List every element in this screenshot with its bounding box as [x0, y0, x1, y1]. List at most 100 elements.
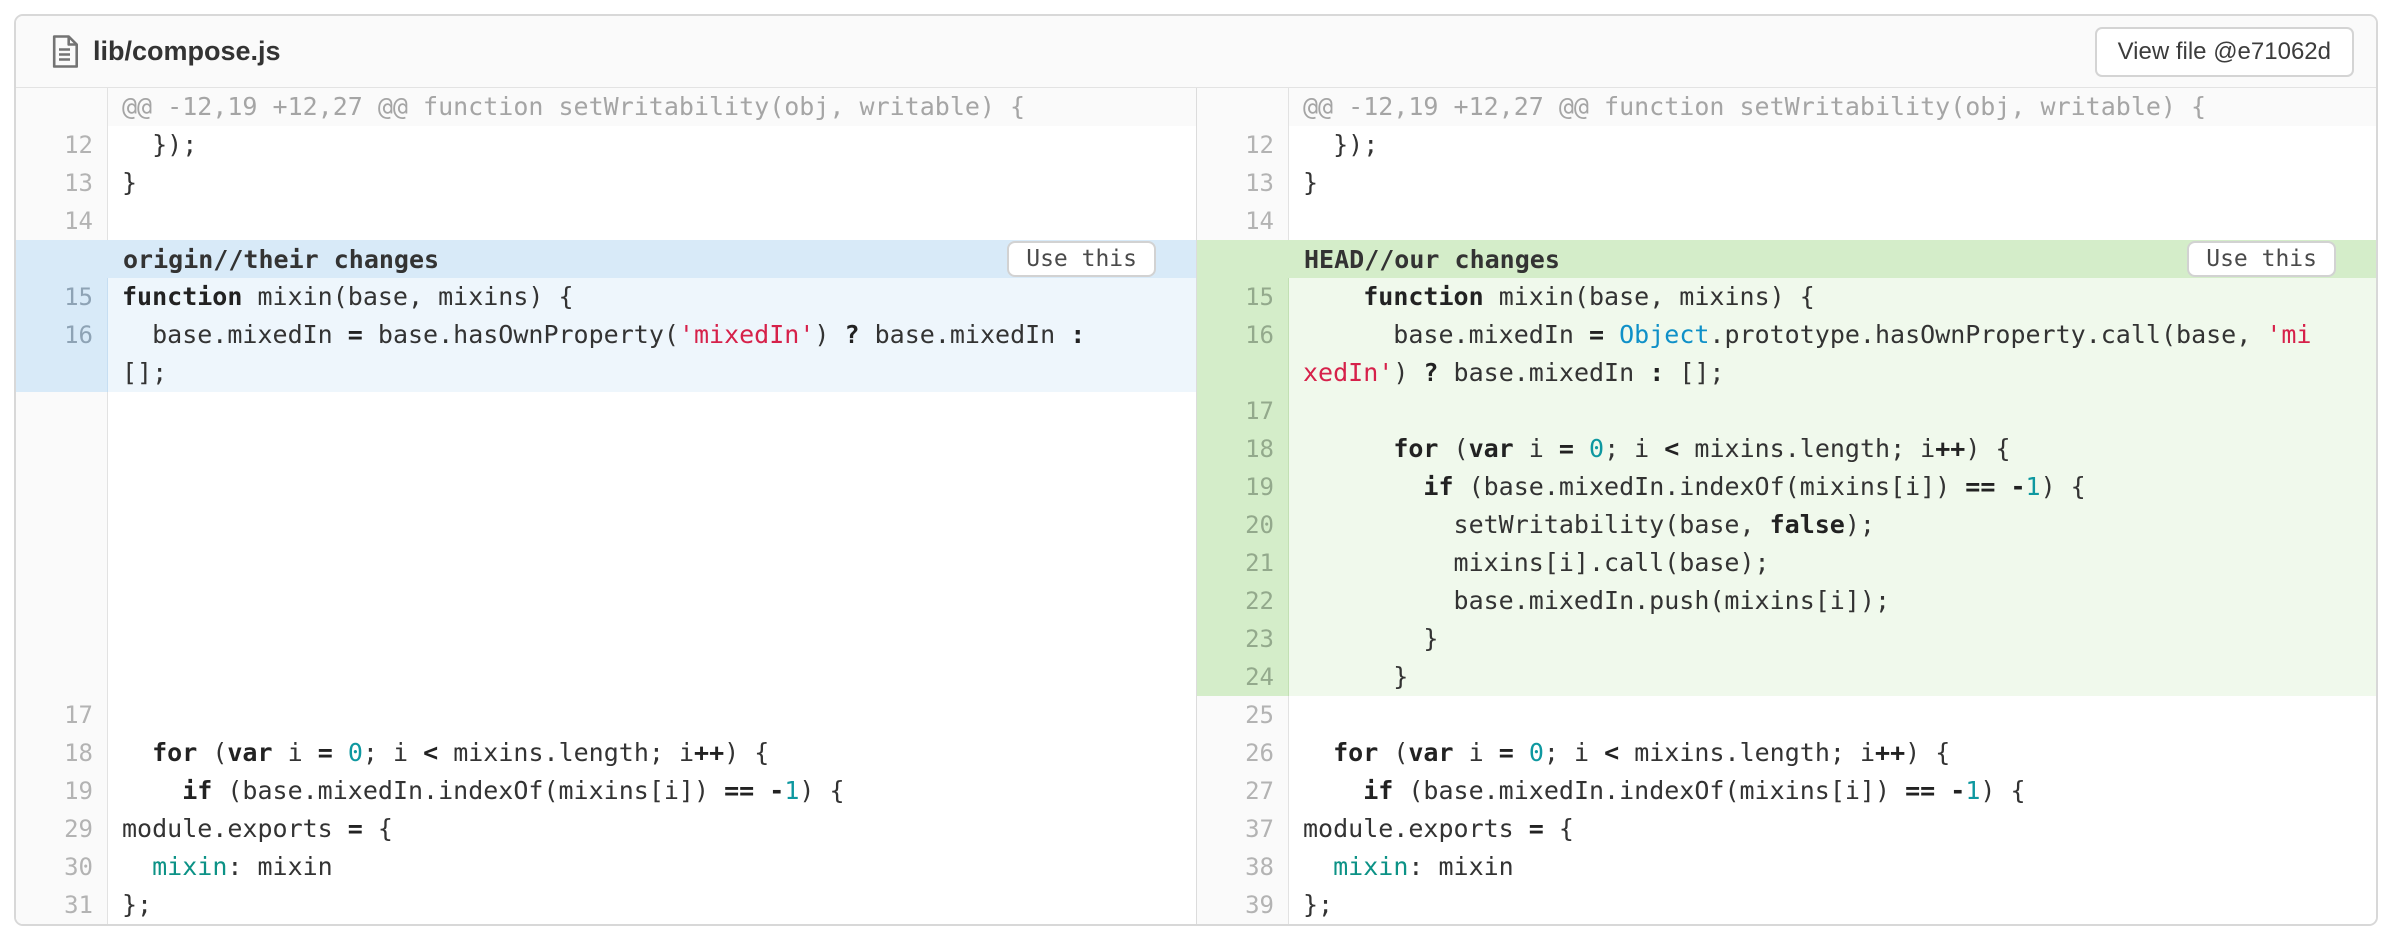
hunk-header-text: @@ -12,19 +12,27 @@ function setWritabil… — [108, 88, 1196, 126]
code-token: mixin(base, mixins) { — [1484, 282, 1815, 311]
file-diff-card: lib/compose.js View file @e71062d @@ -12… — [14, 14, 2378, 926]
line-number: 31 — [16, 886, 108, 924]
code-token: if — [182, 776, 212, 805]
code-text: base.mixedIn.push(mixins[i]); — [1289, 582, 2376, 620]
code-text: } — [108, 164, 1196, 202]
code-token — [1303, 472, 1423, 501]
code-token: mixin — [152, 852, 227, 881]
code-token: ) { — [799, 776, 844, 805]
code-token: ++ — [694, 738, 724, 767]
code-line: 30 mixin: mixin — [16, 848, 1196, 886]
line-number: 19 — [16, 772, 108, 810]
code-text: function mixin(base, mixins) { — [108, 278, 1196, 316]
code-token: setWritability(base, — [1303, 510, 1770, 539]
line-number: 15 — [1197, 278, 1289, 316]
code-token: (base.mixedIn.indexOf(mixins[i]) — [1393, 776, 1905, 805]
code-text: if (base.mixedIn.indexOf(mixins[i]) == -… — [1289, 468, 2376, 506]
code-line: 19 if (base.mixedIn.indexOf(mixins[i]) =… — [1197, 468, 2376, 506]
code-token — [1303, 282, 1363, 311]
line-number: 17 — [16, 696, 108, 734]
code-text: for (var i = 0; i < mixins.length; i++) … — [108, 734, 1196, 772]
code-token: }); — [122, 130, 197, 159]
code-token: = — [348, 320, 363, 349]
code-token — [1085, 320, 1100, 349]
line-number: 29 — [16, 810, 108, 848]
code-text: function mixin(base, mixins) { — [1289, 278, 2376, 316]
code-token: var — [1408, 738, 1453, 767]
code-token: function — [1363, 282, 1483, 311]
code-token — [1303, 852, 1333, 881]
code-token: (base.mixedIn.indexOf(mixins[i]) — [212, 776, 724, 805]
code-text: xedIn') ? base.mixedIn : []; — [1289, 354, 2376, 392]
code-line: 37module.exports = { — [1197, 810, 2376, 848]
code-token: ) { — [1980, 776, 2025, 805]
code-token: 1 — [784, 776, 799, 805]
code-text: for (var i = 0; i < mixins.length; i++) … — [1289, 430, 2376, 468]
code-token: mixin(base, mixins) { — [242, 282, 573, 311]
line-number: 20 — [1197, 506, 1289, 544]
code-token: ? — [845, 320, 860, 349]
code-line: 15function mixin(base, mixins) { — [16, 278, 1196, 316]
code-token: ( — [1438, 434, 1468, 463]
code-token: base.hasOwnProperty( — [363, 320, 679, 349]
code-token: .prototype.hasOwnProperty.call(base, — [1709, 320, 2266, 349]
view-file-button[interactable]: View file @e71062d — [2095, 27, 2354, 77]
code-token: 1 — [1965, 776, 1980, 805]
code-token: (base.mixedIn.indexOf(mixins[i]) — [1454, 472, 1966, 501]
code-token: == — [1965, 472, 1995, 501]
code-token: base.mixedIn — [860, 320, 1071, 349]
code-token — [122, 852, 152, 881]
code-token: } — [1303, 624, 1438, 653]
line-number: 19 — [1197, 468, 1289, 506]
diff-panel-ours: @@ -12,19 +12,27 @@ function setWritabil… — [1196, 88, 2376, 924]
code-token: } — [1303, 168, 1318, 197]
code-text: module.exports = { — [108, 810, 1196, 848]
code-line-continuation: []; — [16, 354, 1196, 392]
line-number: 27 — [1197, 772, 1289, 810]
code-line: 23 } — [1197, 620, 2376, 658]
line-number: 30 — [16, 848, 108, 886]
code-line-continuation: xedIn') ? base.mixedIn : []; — [1197, 354, 2376, 392]
code-token: for — [1333, 738, 1378, 767]
code-token: ? — [1423, 358, 1438, 387]
code-text: []; — [108, 354, 1196, 392]
code-line: 19 if (base.mixedIn.indexOf(mixins[i]) =… — [16, 772, 1196, 810]
code-token — [122, 776, 182, 805]
code-token: i — [1514, 434, 1559, 463]
code-text — [108, 202, 1196, 240]
code-token: ) { — [1965, 434, 2010, 463]
code-token: false — [1770, 510, 1845, 539]
code-token: ; i — [1544, 738, 1604, 767]
code-token: == — [1905, 776, 1935, 805]
line-number: 14 — [16, 202, 108, 240]
code-text — [108, 392, 1196, 696]
code-token: < — [1664, 434, 1679, 463]
line-number: 15 — [16, 278, 108, 316]
code-text: mixin: mixin — [1289, 848, 2376, 886]
line-number: 21 — [1197, 544, 1289, 582]
code-token — [1303, 776, 1363, 805]
line-number: 18 — [16, 734, 108, 772]
code-line: 21 mixins[i].call(base); — [1197, 544, 2376, 582]
code-token: ); — [1845, 510, 1875, 539]
code-line: 27 if (base.mixedIn.indexOf(mixins[i]) =… — [1197, 772, 2376, 810]
code-token — [1574, 434, 1589, 463]
line-number — [16, 392, 108, 696]
code-token: mixins.length; i — [1679, 434, 1935, 463]
code-token — [1604, 320, 1619, 349]
code-line: 16 base.mixedIn = base.hasOwnProperty('m… — [16, 316, 1196, 354]
use-this-button[interactable]: Use this — [2187, 241, 2336, 277]
code-token: { — [363, 814, 393, 843]
use-this-button[interactable]: Use this — [1007, 241, 1156, 277]
code-text: }; — [108, 886, 1196, 924]
code-token: ) — [814, 320, 844, 349]
code-line: 17 — [16, 696, 1196, 734]
code-text: if (base.mixedIn.indexOf(mixins[i]) == -… — [108, 772, 1196, 810]
code-text — [1289, 696, 2376, 734]
code-text: }); — [108, 126, 1196, 164]
code-line: 13} — [1197, 164, 2376, 202]
hunk-header-text: @@ -12,19 +12,27 @@ function setWritabil… — [1289, 88, 2376, 126]
code-line: 29module.exports = { — [16, 810, 1196, 848]
code-token: 0 — [1529, 738, 1544, 767]
code-token: = — [318, 738, 333, 767]
